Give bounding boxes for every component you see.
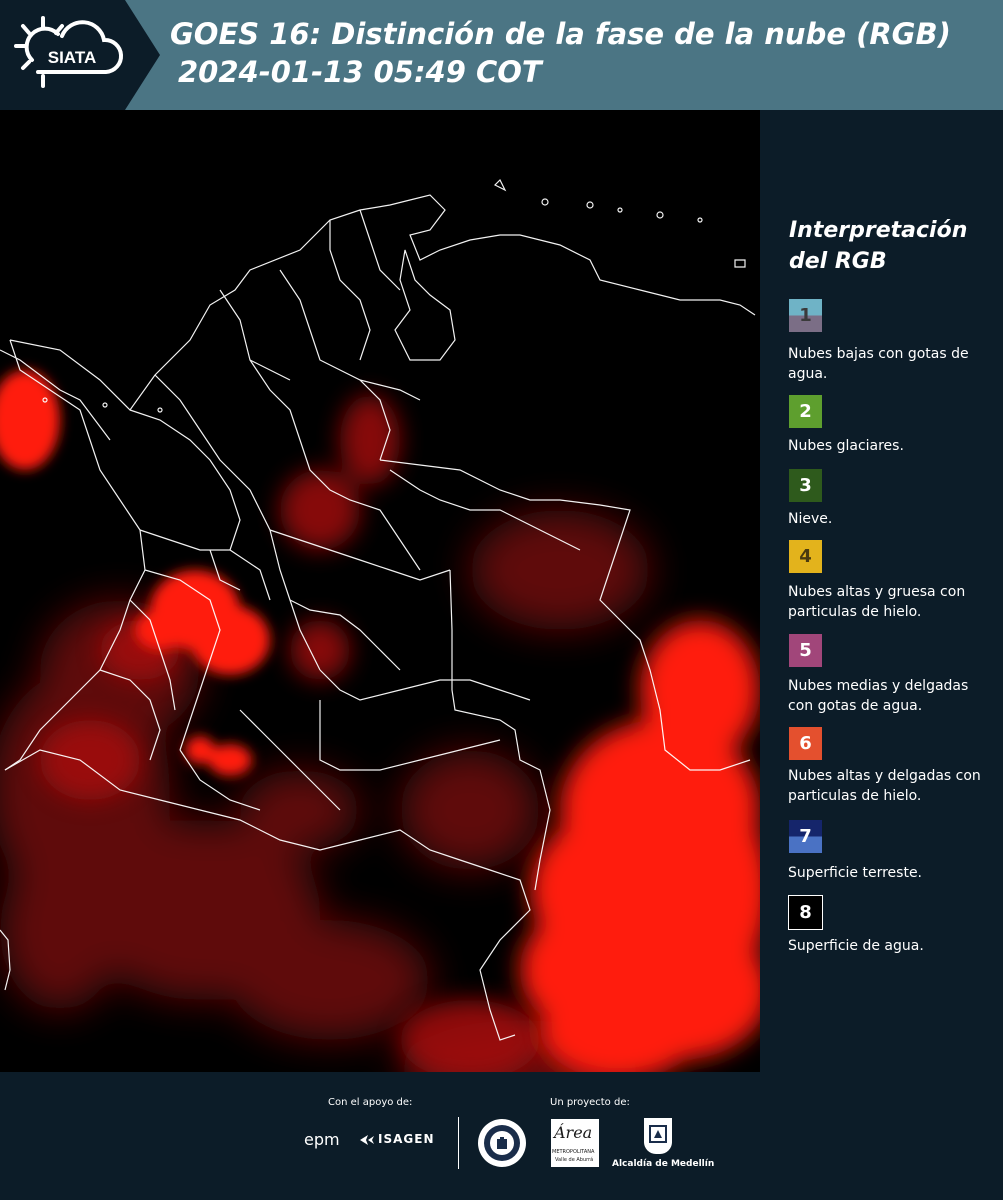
legend-swatch-6: 6 [788,726,823,761]
legend-label-4: Nubes altas y gruesa con particulas de h… [788,584,966,620]
legend-title: Interpretación del RGB [789,215,999,277]
legend-panel: Interpretación del RGB 1 Nubes bajas con… [760,110,1003,1072]
area-logo-text: Área [554,1123,593,1142]
medellin-text: Alcaldía de Medellín [612,1159,715,1169]
isagen-logo: ISAGEN [360,1132,434,1146]
legend-label-3: Nieve. [788,511,833,527]
area-logo-sub2: Valle de Aburrá [555,1157,594,1163]
legend-swatch-4: 4 [788,539,823,574]
satellite-image [0,110,760,1072]
project-caption: Un proyecto de: [550,1097,630,1108]
legend-swatch-3: 3 [788,468,823,503]
footer: Con el apoyo de: Un proyecto de: epm ISA… [0,1072,1003,1200]
logo-text: SIATA [48,48,96,67]
legend-swatch-7: 7 [788,819,823,854]
footer-divider [458,1117,459,1169]
area-metropolitana-logo: Área METROPOLITANA Valle de Aburrá [551,1119,599,1167]
legend-swatch-1: 1 [788,298,823,333]
isagen-text: ISAGEN [378,1132,435,1146]
medellin-shield-icon [644,1118,672,1154]
epm-logo: epm [304,1130,340,1149]
seal-logo-icon [478,1119,526,1167]
legend-label-5: Nubes medias y delgadas con gotas de agu… [788,678,969,714]
legend-swatch-5: 5 [788,633,823,668]
legend-label-2: Nubes glaciares. [788,438,904,454]
support-caption: Con el apoyo de: [328,1097,413,1108]
legend-swatch-8: 8 [788,895,823,930]
legend-label-6: Nubes altas y delgadas con particulas de… [788,768,981,804]
legend-label-8: Superficie de agua. [788,938,924,954]
legend-label-1: Nubes bajas con gotas de agua. [788,346,969,382]
legend-title-line2: del RGB [789,249,887,274]
page-timestamp: 2024-01-13 05:49 COT [178,55,542,89]
isagen-mark-icon [360,1132,374,1146]
satellite-map [0,110,760,1072]
siata-logo: SIATA [14,16,123,88]
header: SIATA GOES 16: Distinción de la fase de … [0,0,1003,110]
legend-swatch-2: 2 [788,394,823,429]
area-logo-sub: METROPOLITANA [552,1149,595,1155]
page-title: GOES 16: Distinción de la fase de la nub… [170,17,951,51]
legend-title-line1: Interpretación [789,218,968,243]
legend-label-7: Superficie terreste. [788,865,923,881]
